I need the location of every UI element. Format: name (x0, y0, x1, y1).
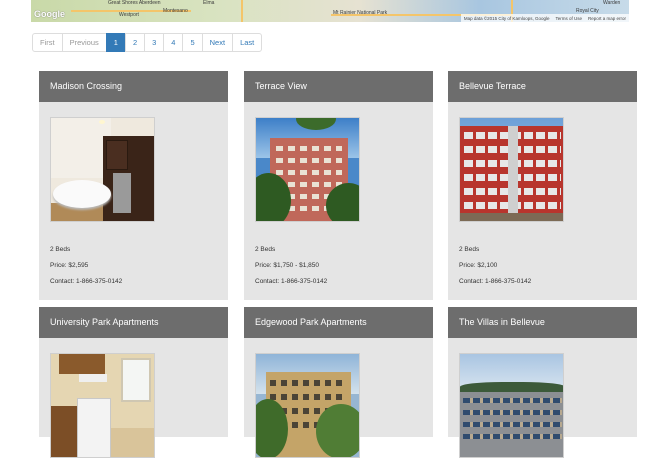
page-last[interactable]: Last (232, 33, 263, 52)
map-label-montesano: Montesano (163, 8, 188, 14)
listing-details: 2 Beds Price: $2,595 Contact: 1-866-375-… (50, 242, 217, 290)
listing-photo[interactable] (50, 353, 155, 458)
listing-beds: 2 Beds (50, 246, 71, 253)
map-road (241, 0, 243, 22)
listing-photo[interactable] (255, 117, 360, 222)
listing-card[interactable]: Terrace View 2 Beds Price: $1,750 - $1,8… (244, 71, 433, 300)
page-4[interactable]: 4 (163, 33, 184, 52)
listing-title[interactable]: Bellevue Terrace (448, 71, 637, 102)
listing-price: Price: $1,750 - $1,850 (255, 262, 319, 269)
listing-beds: 2 Beds (459, 246, 480, 253)
listing-card[interactable]: The Villas in Bellevue (448, 307, 637, 458)
map-label-westport: Westport (119, 12, 139, 18)
listing-contact: Contact: 1-866-375-0142 (50, 278, 123, 285)
google-logo: Google (34, 9, 65, 19)
map-label-warden: Warden (603, 0, 621, 6)
map[interactable]: Google Great Shores Aberdeen Montesano E… (31, 0, 629, 22)
listing-details: 2 Beds Price: $2,100 Contact: 1-866-375-… (459, 242, 626, 290)
page-2[interactable]: 2 (124, 33, 146, 52)
map-data-credit: Map data ©2015 City of Kamloops, Google (463, 15, 550, 21)
map-terms-link[interactable]: Terms of Use (555, 16, 582, 21)
listing-beds: 2 Beds (255, 246, 276, 253)
listing-card[interactable]: University Park Apartments (39, 307, 228, 458)
map-label-rainier: Mt Rainier National Park (333, 10, 388, 16)
listing-price: Price: $2,100 (459, 262, 498, 269)
map-attribution: Map data ©2015 City of Kamloops, Google … (460, 14, 629, 22)
map-label-aberdeen: Great Shores Aberdeen (108, 0, 161, 6)
listing-title[interactable]: University Park Apartments (39, 307, 228, 338)
listing-details: 2 Beds Price: $1,750 - $1,850 Contact: 1… (255, 242, 422, 290)
listing-photo[interactable] (459, 353, 564, 458)
pagination: First Previous 1 2 3 4 5 Next Last (32, 33, 263, 52)
listing-photo[interactable] (50, 117, 155, 222)
listing-card[interactable]: Edgewood Park Apartments (244, 307, 433, 458)
listing-photo[interactable] (255, 353, 360, 458)
listing-title[interactable]: Terrace View (244, 71, 433, 102)
page-previous[interactable]: Previous (61, 33, 107, 52)
listing-card[interactable]: Bellevue Terrace 2 Beds Price: $2,100 Co… (448, 71, 637, 300)
listing-price: Price: $2,595 (50, 262, 89, 269)
listing-title[interactable]: The Villas in Bellevue (448, 307, 637, 338)
listing-contact: Contact: 1-866-375-0142 (459, 278, 532, 285)
listing-photo[interactable] (459, 117, 564, 222)
page-next[interactable]: Next (201, 33, 234, 52)
listing-title[interactable]: Edgewood Park Apartments (244, 307, 433, 338)
map-label-elma: Elma (203, 0, 215, 6)
listing-card[interactable]: Madison Crossing 2 Beds Price: $2,595 Co… (39, 71, 228, 300)
page-1[interactable]: 1 (105, 33, 126, 52)
listing-title[interactable]: Madison Crossing (39, 71, 228, 102)
listing-contact: Contact: 1-866-375-0142 (255, 278, 328, 285)
page-5[interactable]: 5 (182, 33, 203, 52)
map-report-link[interactable]: Report a map error (588, 16, 626, 21)
page-first[interactable]: First (32, 33, 63, 52)
page-3[interactable]: 3 (144, 33, 165, 52)
